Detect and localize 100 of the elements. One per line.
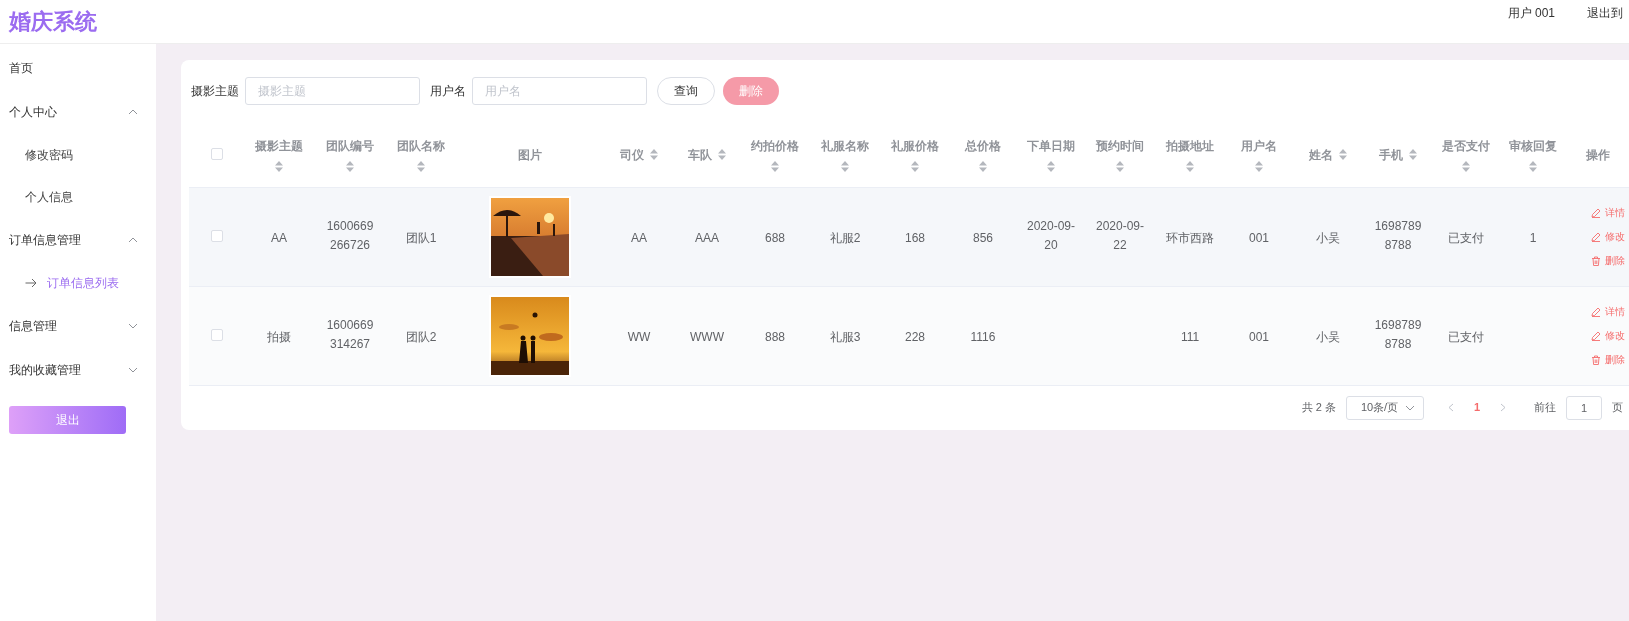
field-label: 摄影主题: [191, 83, 239, 100]
arrow-right-icon: [25, 278, 37, 288]
table-cell-text: 1116: [970, 328, 996, 346]
table-cell-text: 团队2: [405, 328, 437, 346]
table-cell-text: WW: [627, 328, 651, 346]
table-cell-text: 团队1: [405, 229, 437, 247]
sort-icon[interactable]: [417, 161, 425, 173]
query-button[interactable]: 查询: [657, 77, 715, 105]
column-header: 司仪: [620, 146, 644, 164]
table-cell-text: 16987898788: [1373, 218, 1423, 254]
column-header: 车队: [688, 146, 712, 164]
table-cell-text: 888: [765, 328, 785, 346]
sort-icon[interactable]: [1255, 161, 1263, 173]
sort-icon[interactable]: [979, 161, 987, 173]
column-header: 拍摄地址: [1166, 138, 1214, 156]
table-cell-text: 228: [905, 328, 925, 346]
chevron-left-icon[interactable]: [1447, 403, 1454, 412]
table-cell-text: 小吴: [1316, 229, 1340, 247]
table-cell-text: 礼服3: [829, 328, 861, 346]
sort-icon[interactable]: [346, 161, 354, 173]
column-header: 手机: [1379, 146, 1403, 164]
page-input[interactable]: 1: [1566, 395, 1602, 420]
goto-label: 前往: [1534, 400, 1556, 416]
sidebar-subitem[interactable]: 修改密码: [0, 134, 156, 176]
column-header: 约拍价格: [751, 138, 799, 156]
table-cell-text: 001: [1249, 229, 1269, 247]
table-cell-text: 小吴: [1316, 328, 1340, 346]
table-cell-text: 688: [765, 229, 785, 247]
sort-icon[interactable]: [841, 161, 849, 173]
table-cell-text: AAA: [695, 229, 719, 247]
sidebar-subitem[interactable]: 订单信息列表: [0, 262, 156, 304]
sort-icon[interactable]: [1186, 161, 1194, 173]
pencil-icon: [1591, 330, 1601, 341]
column-header: 礼服价格: [891, 138, 939, 156]
column-header: 操作: [1586, 146, 1610, 164]
table-cell-text: 856: [973, 229, 993, 247]
checkbox[interactable]: [211, 229, 223, 242]
table-cell-text: 2020-09-22: [1094, 218, 1145, 254]
sidebar-item[interactable]: 信息管理: [0, 304, 156, 348]
trash-icon: [1591, 354, 1601, 365]
chevron-up-icon: [128, 237, 138, 243]
user-label: 用户 001: [1507, 5, 1555, 22]
table-row[interactable]: 拍摄 1600669314267 团队2 WW WWW 888 礼服3 228 1116 111 001 小吴 16987898788 已支付 详情 修改 删除: [189, 286, 1629, 385]
table-cell-text: 环市西路: [1166, 229, 1214, 247]
table-row[interactable]: AA 1600669266726 团队1 AA AAA 688 礼服2 168 856 2020-09-20 2020-09-22 环市西路 001 小吴 16987898788 已支付 1 详情 修改 删除: [189, 187, 1629, 286]
column-header: 团队编号: [326, 138, 374, 156]
sidebar-subitem[interactable]: 个人信息: [0, 176, 156, 218]
table-cell-text: 拍摄: [267, 328, 291, 346]
table-cell-text: 2020-09-20: [1025, 218, 1076, 254]
checkbox[interactable]: [211, 328, 223, 341]
table-cell-text: 168: [905, 229, 925, 247]
sidebar-item[interactable]: 订单信息管理: [0, 218, 156, 262]
sort-icon[interactable]: [718, 149, 726, 161]
table-cell-text: 礼服2: [829, 229, 861, 247]
sort-icon[interactable]: [275, 161, 283, 173]
logout-link[interactable]: 退出到: [1587, 4, 1623, 22]
pencil-icon: [1591, 306, 1601, 317]
column-header: 礼服名称: [821, 138, 869, 156]
sort-icon[interactable]: [1047, 161, 1055, 173]
search-field[interactable]: 用户名: [472, 77, 647, 105]
pencil-icon: [1591, 231, 1601, 242]
pencil-icon: [1591, 207, 1601, 218]
column-header: 总价格: [965, 138, 1001, 156]
column-header: 是否支付: [1442, 138, 1490, 156]
column-header: 下单日期: [1027, 138, 1075, 156]
sort-icon[interactable]: [771, 161, 779, 173]
column-header: 审核回复: [1509, 138, 1557, 156]
sort-icon[interactable]: [1116, 161, 1124, 173]
column-header: 摄影主题: [255, 138, 303, 156]
sort-icon[interactable]: [650, 149, 658, 161]
chevron-down-icon: [1404, 404, 1415, 411]
sort-icon[interactable]: [1409, 149, 1417, 161]
column-header: 预约时间: [1096, 138, 1144, 156]
chevron-up-icon: [128, 109, 138, 115]
table-cell-text: 1600669266726: [325, 218, 375, 254]
column-header: 姓名: [1309, 146, 1333, 164]
table-cell-text: 001: [1249, 328, 1269, 346]
checkbox[interactable]: [211, 147, 223, 160]
sidebar-item[interactable]: 我的收藏管理: [0, 348, 156, 392]
sort-icon[interactable]: [911, 161, 919, 173]
table-cell-text: 1: [1529, 229, 1537, 247]
sort-icon[interactable]: [1462, 161, 1470, 173]
sidebar-item[interactable]: 首页: [0, 46, 156, 90]
sidebar-item[interactable]: 个人中心: [0, 90, 156, 134]
table-cell-text: 111: [1180, 328, 1200, 346]
chevron-down-icon: [128, 367, 138, 373]
chevron-down-icon: [128, 323, 138, 329]
sort-icon[interactable]: [1529, 161, 1537, 173]
sort-icon[interactable]: [1339, 149, 1347, 161]
page-size-select[interactable]: 10条/页: [1345, 395, 1424, 420]
table-cell-text: 已支付: [1448, 328, 1484, 346]
page-suffix: 页: [1612, 400, 1623, 416]
chevron-right-icon[interactable]: [1500, 403, 1506, 412]
trash-icon: [1591, 255, 1601, 266]
table-cell-text: 已支付: [1448, 229, 1484, 247]
table-cell-text: WWW: [690, 328, 724, 346]
table-cell-text: AA: [631, 229, 647, 247]
table-cell-text: 16987898788: [1373, 317, 1423, 353]
table-cell-text: AA: [271, 229, 287, 247]
app-title: 婚庆系统: [9, 8, 97, 36]
